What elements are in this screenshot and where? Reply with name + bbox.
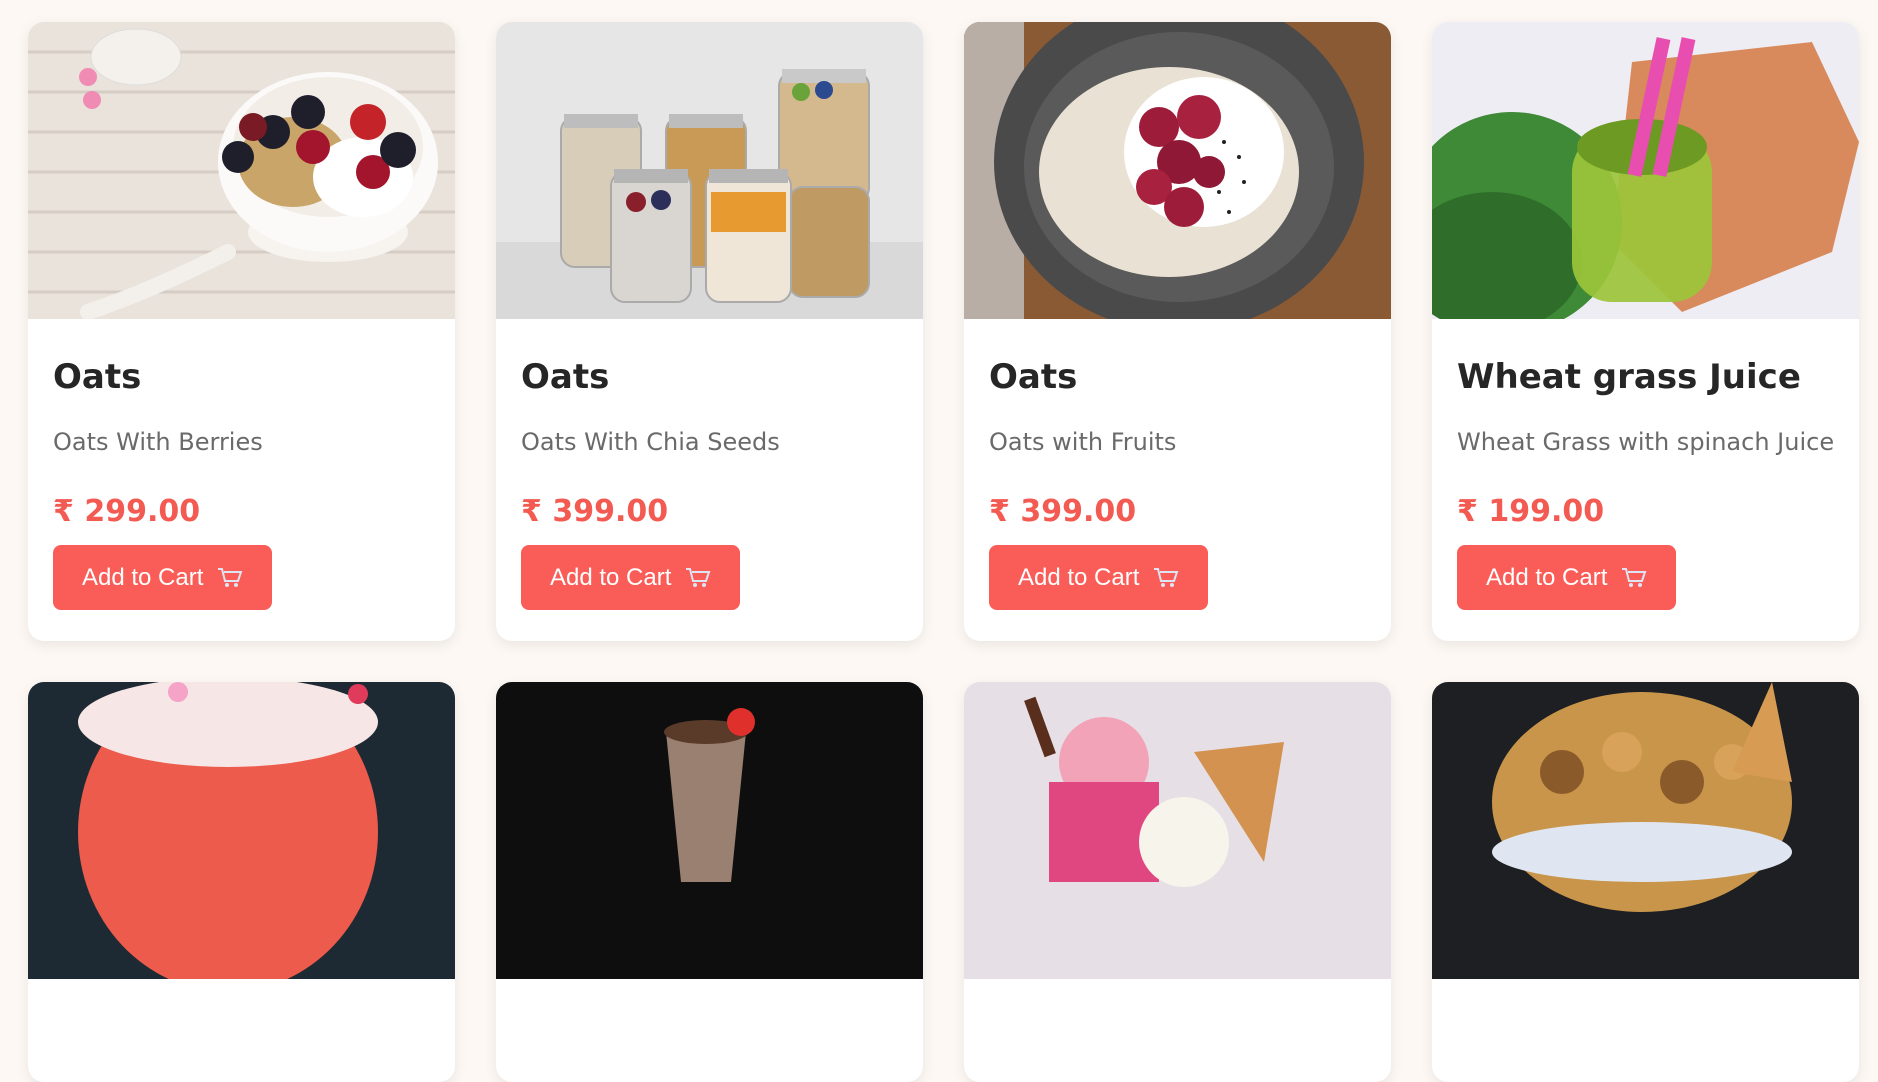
product-image <box>28 22 455 319</box>
product-image <box>28 682 455 979</box>
product-image <box>1432 682 1859 979</box>
product-image <box>496 22 923 319</box>
product-price: ₹ 399.00 <box>989 494 1137 530</box>
product-card <box>964 682 1391 1082</box>
product-image <box>496 682 923 979</box>
product-image <box>964 22 1391 319</box>
shopping-cart-icon <box>1621 567 1647 589</box>
product-price: ₹ 199.00 <box>1457 494 1605 530</box>
add-to-cart-label: Add to Cart <box>550 563 672 591</box>
product-title: Oats <box>989 357 1078 397</box>
product-card: Oats Oats With Berries ₹ 299.00 Add to C… <box>28 22 455 641</box>
add-to-cart-label: Add to Cart <box>1018 563 1140 591</box>
product-card: Oats Oats With Chia Seeds ₹ 399.00 Add t… <box>496 22 923 641</box>
add-to-cart-label: Add to Cart <box>1486 563 1608 591</box>
product-title: Oats <box>53 357 142 397</box>
product-title: Oats <box>521 357 610 397</box>
product-card <box>28 682 455 1082</box>
product-card: Oats Oats with Fruits ₹ 399.00 Add to Ca… <box>964 22 1391 641</box>
shopping-cart-icon <box>1153 567 1179 589</box>
product-image <box>964 682 1391 979</box>
product-description: Oats With Berries <box>53 428 263 457</box>
shopping-cart-icon <box>685 567 711 589</box>
product-description: Wheat Grass with spinach Juice <box>1457 428 1835 457</box>
add-to-cart-button[interactable]: Add to Cart <box>1457 545 1676 611</box>
product-card <box>496 682 923 1082</box>
add-to-cart-button[interactable]: Add to Cart <box>989 545 1208 611</box>
product-price: ₹ 399.00 <box>521 494 669 530</box>
add-to-cart-label: Add to Cart <box>82 563 204 591</box>
product-price: ₹ 299.00 <box>53 494 201 530</box>
shopping-cart-icon <box>217 567 243 589</box>
product-card <box>1432 682 1859 1082</box>
product-image <box>1432 22 1859 319</box>
add-to-cart-button[interactable]: Add to Cart <box>53 545 272 611</box>
add-to-cart-button[interactable]: Add to Cart <box>521 545 740 611</box>
product-card: Wheat grass Juice Wheat Grass with spina… <box>1432 22 1859 641</box>
product-title: Wheat grass Juice <box>1457 357 1801 397</box>
product-grid: Oats Oats With Berries ₹ 299.00 Add to C… <box>28 22 1859 1082</box>
product-description: Oats With Chia Seeds <box>521 428 780 457</box>
product-description: Oats with Fruits <box>989 428 1177 457</box>
